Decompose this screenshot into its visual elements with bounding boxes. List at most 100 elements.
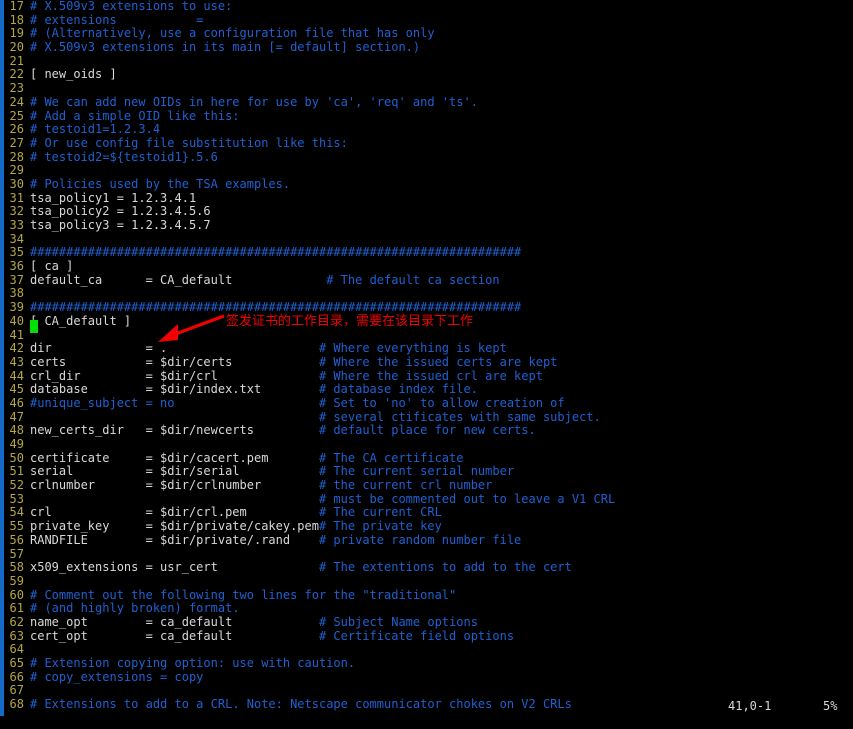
editor-line[interactable]: 52 crlnumber = $dir/crlnumber # the curre… (0, 478, 853, 493)
line-number: 47 (9, 409, 24, 424)
line-content: [ ca ] (30, 259, 74, 274)
line-number: 37 (9, 272, 24, 287)
line-number: 19 (9, 26, 24, 41)
line-number: 25 (9, 108, 24, 123)
editor-line[interactable]: 30 # Policies used by the TSA examples. (0, 177, 853, 192)
editor-line[interactable]: 25 # Add a simple OID like this: (0, 108, 853, 124)
editor-line[interactable]: 67 (0, 684, 853, 698)
editor-line[interactable]: 29 (0, 164, 853, 178)
editor-line[interactable]: 35 ######################################… (0, 246, 853, 260)
editor-line[interactable]: 47 # several ctificates with same subjec… (0, 409, 853, 425)
line-code: private_key = $dir/private/cakey.pem (30, 519, 319, 534)
cursor-position-indicator: 41,0-1 (728, 699, 772, 713)
editor-line[interactable]: 23 (0, 81, 853, 96)
editor-line[interactable]: 61 # (and highly broken) format. (0, 602, 853, 616)
editor-line[interactable]: 38 (0, 287, 853, 301)
editor-line[interactable]: 21 (0, 53, 853, 69)
line-number: 33 (9, 218, 24, 232)
editor-line[interactable]: 55 private_key = $dir/private/cakey.pem# … (0, 519, 853, 534)
line-number: 50 (9, 450, 24, 465)
editor-line[interactable]: 46 #unique_subject = no # Set to 'no' to … (0, 395, 853, 411)
editor-line[interactable]: 54 crl = $dir/crl.pem # The current CRL (0, 506, 853, 520)
editor-line[interactable]: 49 (0, 437, 853, 452)
line-number: 54 (9, 505, 24, 520)
line-content: # testoid2=${testoid1}.5.6 (30, 149, 218, 164)
line-comment: # Certificate field options (318, 628, 515, 643)
line-number: 61 (9, 601, 24, 616)
editor-line[interactable]: 51 serial = $dir/serial # The current ser… (0, 465, 853, 479)
line-number: 27 (9, 135, 24, 150)
editor-line[interactable]: 58 x509_extensions = usr_cert # The exten… (0, 560, 853, 575)
editor-line[interactable]: 18 # extensions = (0, 12, 853, 28)
line-comment: # private random number file (318, 532, 522, 547)
line-number: 44 (9, 368, 24, 383)
line-number: 51 (9, 464, 24, 479)
line-number: 45 (9, 382, 24, 397)
editor-line[interactable]: 50 certificate = $dir/cacert.pem # The CA… (0, 450, 853, 466)
vim-editor-buffer[interactable]: 17 # X.509v3 extensions to use: 18 # extens… (0, 0, 853, 711)
editor-line[interactable]: 32 tsa_policy2 = 1.2.3.4.5.6 (0, 205, 853, 219)
line-content: # extensions = (30, 12, 204, 27)
line-number: 29 (9, 163, 24, 178)
line-comment: # The current serial number (318, 464, 515, 479)
editor-line[interactable]: 24 # We can add new OIDs in here for use … (0, 94, 853, 110)
vim-statusline: 41,0-1 5% (0, 699, 853, 715)
editor-line[interactable]: 31 tsa_policy1 = 1.2.3.4.1 (0, 191, 853, 206)
editor-line[interactable]: 20 # X.509v3 extensions in its main [= de… (0, 40, 853, 55)
editor-line[interactable]: 19 # (Alternatively, use a configuration … (0, 27, 853, 41)
line-number: 55 (9, 519, 24, 534)
editor-line[interactable]: 43 certs = $dir/certs # Where the issued … (0, 354, 853, 370)
editor-line[interactable]: 59 (0, 574, 853, 589)
line-number: 62 (9, 614, 24, 629)
editor-line[interactable]: 36 [ ca ] (0, 259, 853, 274)
editor-line[interactable]: 64 (0, 643, 853, 657)
editor-line[interactable]: 62 name_opt = ca_default # Subject Name o… (0, 614, 853, 630)
editor-line[interactable]: 63 cert_opt = ca_default # Certificate fi… (0, 628, 853, 644)
editor-line[interactable]: 34 (0, 231, 853, 247)
editor-line[interactable]: 22 [ new_oids ] (0, 68, 853, 82)
line-number: 41 (9, 327, 24, 342)
line-comment: # the current crl number (318, 478, 493, 493)
line-number: 64 (9, 642, 24, 657)
editor-line[interactable]: 60 # Comment out the following two lines … (0, 587, 853, 603)
line-comment: # The default ca section (326, 272, 500, 287)
line-number: 57 (9, 546, 24, 561)
line-number: 40 (9, 313, 24, 328)
line-content: # (and highly broken) format. (30, 601, 240, 616)
line-number: 21 (9, 53, 24, 68)
line-code: certs = $dir/certs (30, 354, 319, 369)
line-content: # testoid1=1.2.3.4 (30, 122, 161, 137)
editor-line[interactable]: 66 # copy_extensions = copy (0, 670, 853, 685)
editor-line[interactable]: 33 tsa_policy3 = 1.2.3.4.5.7 (0, 218, 853, 233)
editor-line[interactable]: 27 # Or use config file substitution like… (0, 135, 853, 151)
line-content: #unique_subject = no # Set to 'no' to al… (30, 395, 565, 410)
line-code: new_certs_dir = $dir/newcerts (30, 423, 319, 438)
editor-line[interactable]: 45 database = $dir/index.txt # database i… (0, 382, 853, 397)
line-comment: # default place for new certs. (318, 423, 536, 438)
editor-line[interactable]: 28 # testoid2=${testoid1}.5.6 (0, 149, 853, 165)
line-comment: # The extentions to add to the cert (318, 560, 572, 575)
editor-line[interactable]: 17 # X.509v3 extensions to use: (0, 0, 853, 14)
editor-line[interactable]: 56 RANDFILE = $dir/private/.rand # privat… (0, 532, 853, 548)
editor-line[interactable]: 41 (0, 327, 853, 343)
editor-line[interactable]: 26 # testoid1=1.2.3.4 (0, 122, 853, 137)
line-content: # We can add new OIDs in here for use by… (30, 94, 478, 109)
line-code: crl = $dir/crl.pem (30, 505, 319, 520)
line-content: # Extension copying option: use with cau… (30, 656, 356, 670)
text-cursor (30, 320, 38, 333)
editor-line[interactable]: 57 (0, 546, 853, 562)
editor-line[interactable]: 44 crl_dir = $dir/crl # Where the issued … (0, 368, 853, 384)
editor-line[interactable]: 42 dir = . # Where everything is kept (0, 341, 853, 356)
line-number: 39 (9, 300, 24, 315)
editor-line[interactable]: 39 ######################################… (0, 300, 853, 315)
editor-line[interactable]: 53 # must be commented out to leave a V1… (0, 492, 853, 507)
line-number: 34 (9, 231, 24, 246)
line-number: 60 (9, 587, 24, 602)
editor-line[interactable]: 65 # Extension copying option: use with c… (0, 656, 853, 671)
line-content: # (Alternatively, use a configuration fi… (30, 26, 435, 41)
editor-line[interactable]: 48 new_certs_dir = $dir/newcerts # defaul… (0, 423, 853, 438)
editor-line[interactable]: 37 default_ca = CA_default # The default … (0, 272, 853, 288)
line-number: 65 (9, 656, 24, 670)
line-content: # Or use config file substitution like t… (30, 135, 348, 150)
line-comment: # The current CRL (318, 505, 442, 520)
